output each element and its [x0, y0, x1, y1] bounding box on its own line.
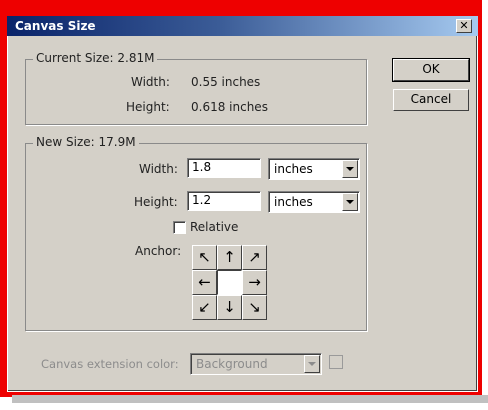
close-icon: ✕ — [459, 19, 469, 32]
window-title: Canvas Size — [15, 19, 96, 33]
anchor-top-left-button[interactable]: ↖ — [192, 245, 217, 270]
anchor-bottom-right-button[interactable]: ↘ — [242, 295, 267, 320]
height-unit-value: inches — [274, 195, 313, 209]
anchor-top-button[interactable]: ↑ — [217, 245, 242, 270]
anchor-label: Anchor: — [135, 244, 182, 258]
current-size-group — [25, 59, 367, 125]
window-shadow — [12, 395, 488, 403]
relative-checkbox[interactable] — [173, 221, 186, 234]
arrow-down-left-icon: ↙ — [198, 298, 211, 316]
arrow-down-icon: ↓ — [223, 298, 236, 316]
current-width-label: Width: — [131, 75, 170, 89]
chevron-down-icon[interactable] — [304, 355, 320, 373]
arrow-up-right-icon: ↗ — [248, 248, 261, 266]
arrow-up-left-icon: ↖ — [198, 248, 211, 266]
arrow-right-icon: → — [248, 273, 261, 291]
arrow-up-icon: ↑ — [223, 248, 236, 266]
close-button[interactable]: ✕ — [456, 19, 472, 33]
width-unit-value: inches — [274, 162, 313, 176]
extension-color-select[interactable]: Background — [190, 353, 322, 375]
extension-color-swatch[interactable] — [329, 355, 343, 369]
anchor-bottom-button[interactable]: ↓ — [217, 295, 242, 320]
new-width-label: Width: — [139, 162, 178, 176]
new-size-label: New Size: 17.9M — [33, 135, 139, 149]
chevron-down-icon[interactable] — [342, 160, 358, 178]
arrow-left-icon: ← — [198, 273, 211, 291]
cancel-button[interactable]: Cancel — [393, 89, 469, 111]
height-input[interactable]: 1.2 — [187, 191, 261, 211]
chevron-down-icon[interactable] — [342, 193, 358, 211]
height-unit-select[interactable]: inches — [268, 191, 360, 213]
extension-color-value: Background — [196, 357, 268, 371]
anchor-bottom-left-button[interactable]: ↙ — [192, 295, 217, 320]
extension-color-label: Canvas extension color: — [41, 357, 179, 371]
current-size-label: Current Size: 2.81M — [33, 51, 158, 65]
anchor-right-button[interactable]: → — [242, 270, 267, 295]
anchor-grid: ↖ ↑ ↗ ← → ↙ ↓ ↘ — [192, 245, 267, 320]
current-height-value: 0.618 inches — [191, 100, 268, 114]
current-width-value: 0.55 inches — [191, 75, 261, 89]
title-bar[interactable]: Canvas Size — [7, 16, 478, 36]
current-height-label: Height: — [126, 100, 170, 114]
arrow-down-right-icon: ↘ — [248, 298, 261, 316]
relative-label[interactable]: Relative — [190, 220, 238, 234]
new-height-label: Height: — [134, 195, 178, 209]
anchor-center-button[interactable] — [217, 270, 242, 295]
anchor-left-button[interactable]: ← — [192, 270, 217, 295]
width-input[interactable]: 1.8 — [187, 158, 261, 178]
ok-button[interactable]: OK — [392, 58, 470, 82]
anchor-top-right-button[interactable]: ↗ — [242, 245, 267, 270]
width-unit-select[interactable]: inches — [268, 158, 360, 180]
